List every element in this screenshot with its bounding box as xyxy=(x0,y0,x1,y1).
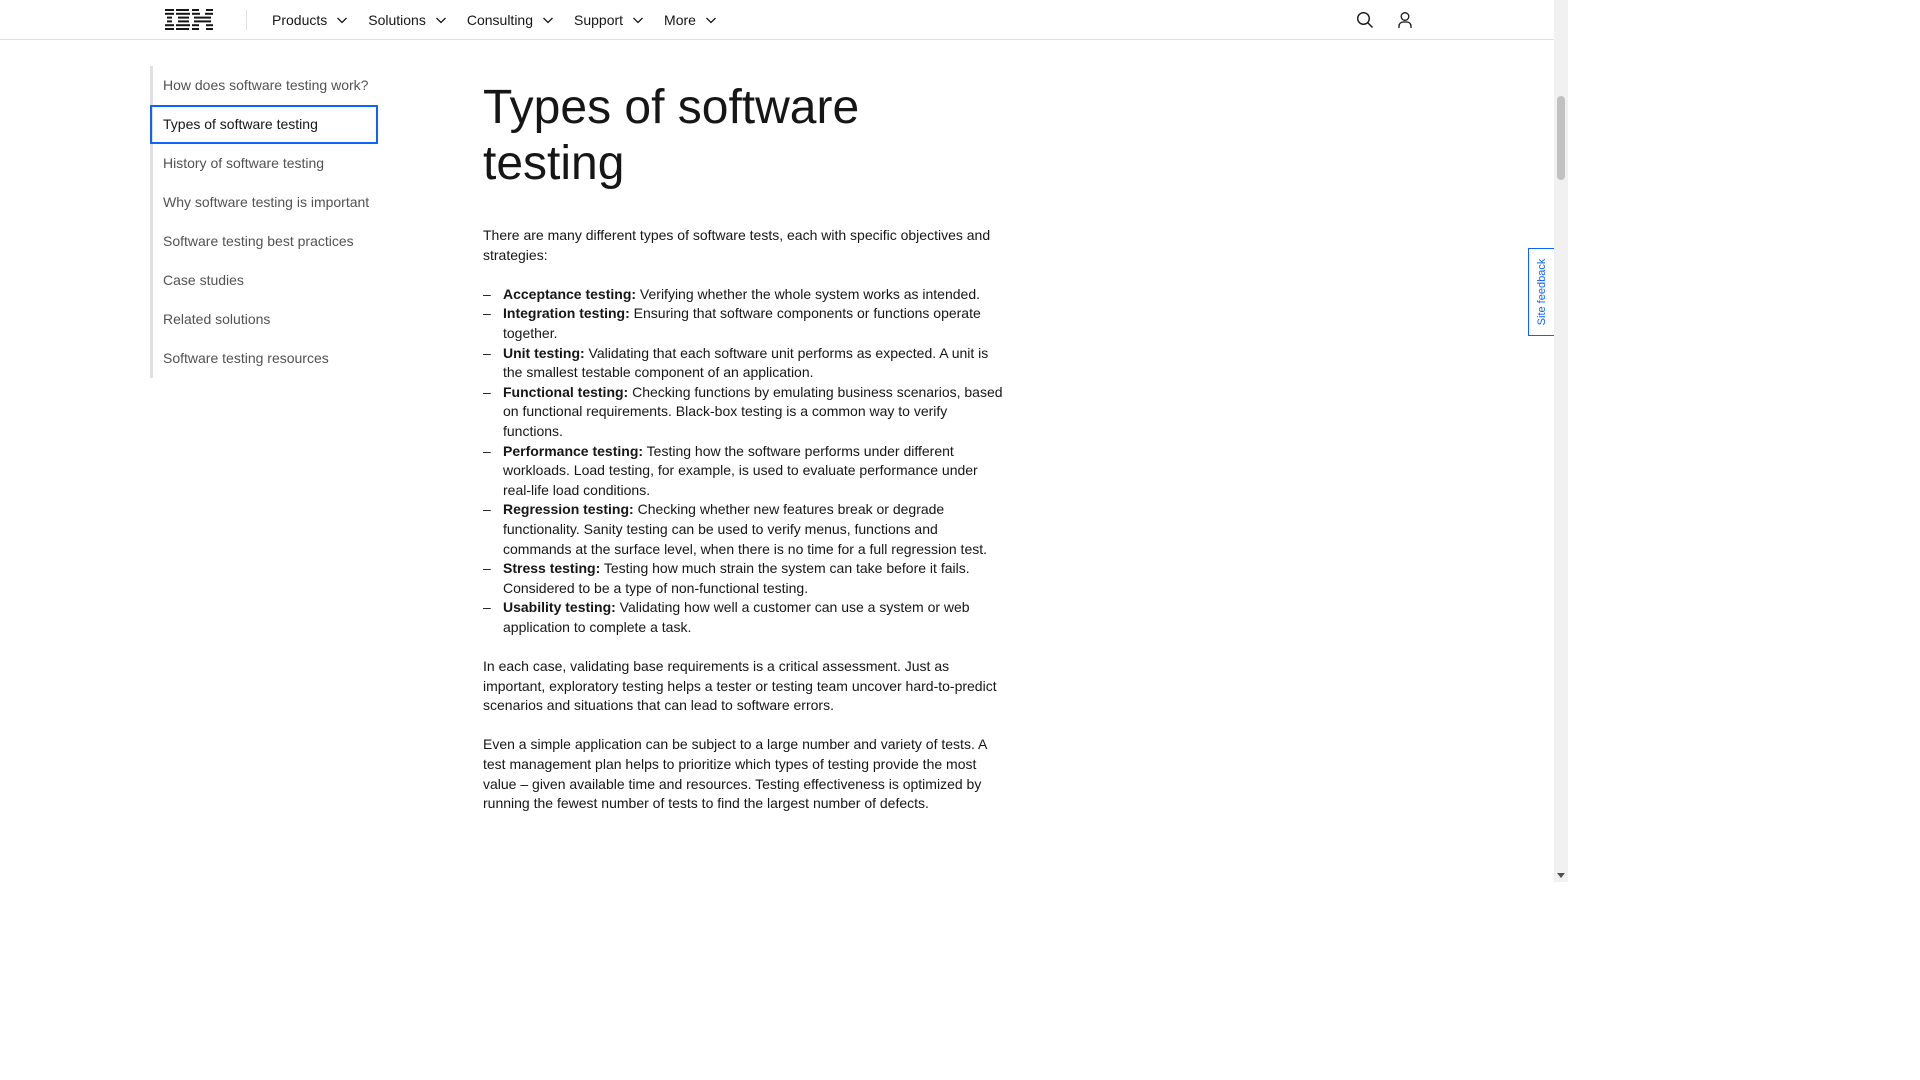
chevron-down-icon xyxy=(542,14,554,26)
nav-label: Support xyxy=(574,12,624,28)
nav-label: Consulting xyxy=(466,12,533,28)
nav-divider xyxy=(246,10,247,30)
nav-label: Products xyxy=(272,12,328,28)
chevron-down-icon xyxy=(435,14,447,26)
title-line-1: Types of software xyxy=(483,81,860,134)
chevron-down-icon xyxy=(336,14,348,26)
toc-item-how-does-testing-work[interactable]: How does software testing work? xyxy=(153,66,378,105)
masthead: Products Solutions Consulting Support Mo… xyxy=(0,0,1554,40)
body-paragraph: Even a simple application can be subject… xyxy=(483,736,987,812)
dash-marker: – xyxy=(483,383,491,400)
list-item-term: Integration testing: xyxy=(503,305,630,322)
nav-label: Solutions xyxy=(368,12,426,28)
list-item: – Performance testing: Testing how the so… xyxy=(483,442,1008,501)
list-item-text: Verifying whether the whole system works… xyxy=(636,285,980,302)
body-paragraph: In each case, validating base requiremen… xyxy=(483,658,997,714)
list-item: – Regression testing: Checking whether ne… xyxy=(483,500,1008,559)
toc-item-case-studies[interactable]: Case studies xyxy=(153,261,378,300)
intro-paragraph: There are many different types of softwa… xyxy=(483,227,991,263)
site-feedback-button[interactable]: Site feedback xyxy=(1528,248,1554,336)
list-item-term: Usability testing: xyxy=(503,599,616,616)
dash-marker: – xyxy=(483,285,491,302)
table-of-contents: How does software testing work? Types of… xyxy=(150,66,378,378)
list-item: – Unit testing: Validating that each soft… xyxy=(483,344,1008,383)
chevron-down-icon xyxy=(632,14,644,26)
nav-more[interactable]: More xyxy=(654,0,727,40)
toc-item-best-practices[interactable]: Software testing best practices xyxy=(153,222,378,261)
nav-consulting[interactable]: Consulting xyxy=(457,0,564,40)
toc-item-types-of-testing[interactable]: Types of software testing xyxy=(150,105,378,144)
list-item: – Usability testing: Validating how well … xyxy=(483,598,1008,637)
dash-marker: – xyxy=(483,442,491,459)
list-item-term: Acceptance testing: xyxy=(503,285,637,302)
list-item: – Acceptance testing: Verifying whether t… xyxy=(483,285,1008,305)
site-feedback-label: Site feedback xyxy=(1535,258,1548,326)
nav-label: More xyxy=(664,12,696,28)
user-icon[interactable] xyxy=(1395,10,1415,30)
toc-item-why-important[interactable]: Why software testing is important xyxy=(153,183,378,222)
page-title: Types of software testing xyxy=(483,80,1008,192)
list-item-term: Functional testing: xyxy=(503,383,629,400)
dash-marker: – xyxy=(483,344,491,361)
nav-solutions[interactable]: Solutions xyxy=(358,0,457,40)
search-icon[interactable] xyxy=(1355,10,1375,30)
page-scrollbar[interactable] xyxy=(1554,0,1568,882)
main-nav: Products Solutions Consulting Support Mo… xyxy=(262,0,727,40)
dash-marker: – xyxy=(483,305,491,322)
dash-marker: – xyxy=(483,599,491,616)
list-item-term: Stress testing: xyxy=(503,560,601,577)
toc-item-related-solutions[interactable]: Related solutions xyxy=(153,300,378,339)
toc-item-resources[interactable]: Software testing resources xyxy=(153,339,378,378)
nav-products[interactable]: Products xyxy=(262,0,358,40)
title-line-2: testing xyxy=(483,137,625,190)
list-item: – Functional testing: Checking functions … xyxy=(483,383,1008,442)
nav-support[interactable]: Support xyxy=(564,0,654,40)
ibm-logo[interactable] xyxy=(165,9,213,30)
dash-marker: – xyxy=(483,560,491,577)
list-item-term: Regression testing: xyxy=(503,501,634,518)
list-item: – Stress testing: Testing how much strain… xyxy=(483,559,1008,598)
chevron-down-icon xyxy=(705,14,717,26)
scroll-down-arrow-icon[interactable] xyxy=(1557,873,1565,878)
list-item-term: Unit testing: xyxy=(503,344,585,361)
article-body: Types of software testing There are many… xyxy=(483,80,1008,814)
scrollbar-thumb[interactable] xyxy=(1557,96,1565,180)
testing-types-list: – Acceptance testing: Verifying whether t… xyxy=(483,285,1008,638)
list-item-term: Performance testing: xyxy=(503,442,644,459)
dash-marker: – xyxy=(483,501,491,518)
toc-item-history[interactable]: History of software testing xyxy=(153,144,378,183)
list-item: – Integration testing: Ensuring that soft… xyxy=(483,304,1008,343)
